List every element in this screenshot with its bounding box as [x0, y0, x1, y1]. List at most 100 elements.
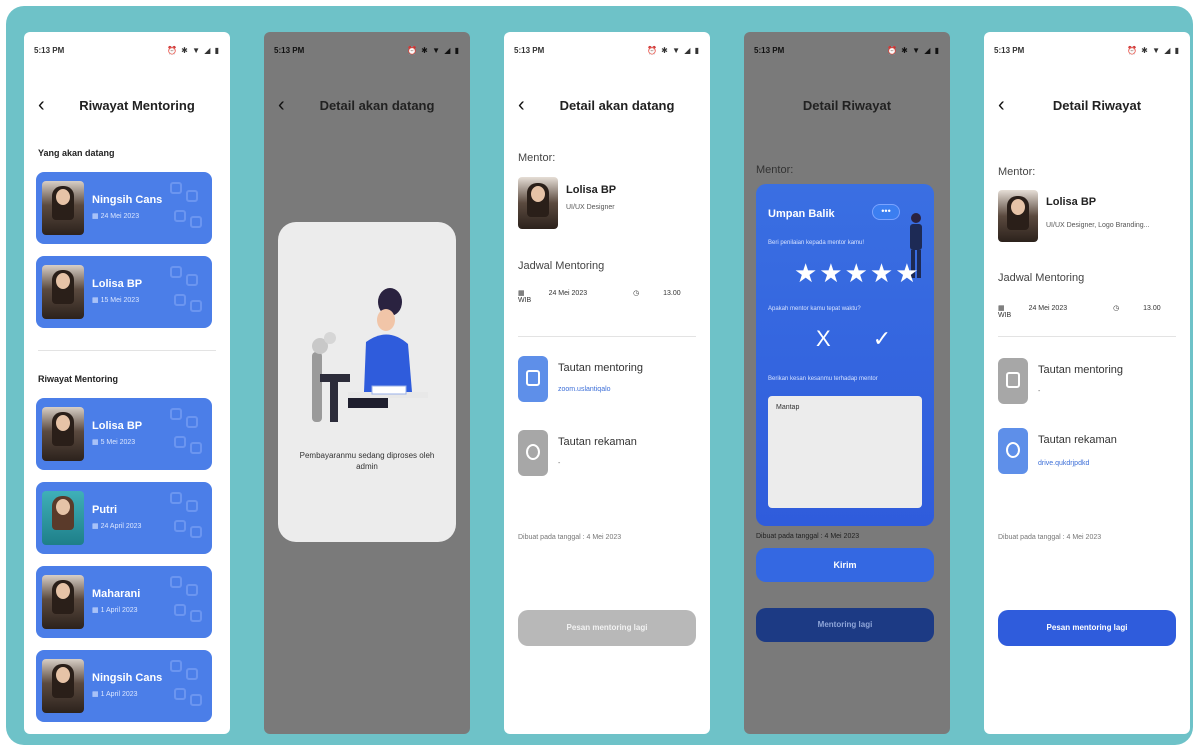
punctuality-question: Apakah mentor kamu tepat waktu?	[768, 306, 861, 312]
history-card[interactable]: Lolisa BP ▦ 5 Mei 2023	[36, 398, 212, 470]
card-name: Putri	[92, 504, 118, 516]
mentor-name: Lolisa BP	[566, 184, 617, 196]
page-title: Detail akan datang	[559, 98, 675, 113]
avatar	[42, 265, 84, 319]
back-arrow-icon[interactable]: ‹	[38, 94, 45, 116]
yes-no-choice[interactable]: X ✓	[816, 326, 909, 352]
schedule-date: 24 Mei 2023	[548, 290, 588, 297]
rating-question: Beri penilaian kepada mentor kamu!	[768, 240, 865, 246]
page-title: Detail Riwayat	[1052, 98, 1142, 113]
status-time: 5:13 PM	[274, 46, 305, 55]
card-date: ▦ 5 Mei 2023	[92, 439, 136, 446]
upcoming-card[interactable]: Lolisa BP ▦ 15 Mei 2023	[36, 256, 212, 328]
calendar-icon: ▦	[998, 305, 1005, 312]
card-pattern	[170, 576, 206, 628]
upcoming-card[interactable]: Ningsih Cans ▦ 24 Mei 2023	[36, 172, 212, 244]
card-name: Ningsih Cans	[92, 672, 163, 684]
history-card[interactable]: Ningsih Cans ▦ 1 April 2023	[36, 650, 212, 722]
chat-bubble-icon: •••	[872, 204, 900, 220]
created-date: Dibuat pada tanggal : 4 Mei 2023	[756, 533, 860, 540]
recording-link-title: Tautan rekaman	[1038, 434, 1117, 446]
processing-message: Pembayaranmu sedang diproses oleh admin	[299, 451, 435, 471]
mentor-label: Mentor:	[998, 166, 1036, 178]
status-icons: ⏰ ✱ ▼ ◢ ▮	[646, 46, 700, 55]
section-upcoming: Yang akan datang	[38, 148, 115, 158]
card-pattern	[170, 492, 206, 544]
send-button[interactable]: Kirim	[756, 548, 934, 582]
divider	[518, 336, 696, 337]
card-date: ▦ 24 Mei 2023	[92, 213, 140, 220]
status-bar: 5:13 PM ⏰ ✱ ▼ ◢ ▮	[514, 46, 700, 58]
created-date: Dibuat pada tanggal : 4 Mei 2023	[518, 534, 622, 541]
schedule-info: ▦ 24 Mei 2023 ◷ 13.00 WIB	[998, 304, 1190, 319]
header: ‹ Riwayat Mentoring	[24, 94, 230, 118]
card-date: ▦ 24 April 2023	[92, 523, 142, 530]
status-bar: 5:13 PM ⏰ ✱ ▼ ◢ ▮	[754, 46, 940, 58]
meeting-link-title: Tautan mentoring	[558, 362, 643, 374]
meeting-link-icon	[998, 358, 1028, 404]
mentoring-again-button[interactable]: Mentoring lagi	[756, 608, 934, 642]
card-pattern	[170, 266, 206, 318]
avatar	[42, 407, 84, 461]
screen-detail-riwayat: 5:13 PM ⏰ ✱ ▼ ◢ ▮ ‹ Detail Riwayat Mento…	[984, 32, 1190, 734]
back-arrow-icon[interactable]: ‹	[278, 94, 285, 116]
history-card[interactable]: Putri ▦ 24 April 2023	[36, 482, 212, 554]
card-pattern	[170, 408, 206, 460]
meeting-link-title: Tautan mentoring	[1038, 364, 1123, 376]
header: ‹ Detail akan datang	[264, 94, 470, 118]
page-title: Detail akan datang	[319, 98, 435, 113]
page-title: Detail Riwayat	[802, 98, 892, 113]
feedback-textarea[interactable]: Mantap	[768, 396, 922, 508]
meeting-link-icon	[518, 356, 548, 402]
avatar	[42, 575, 84, 629]
book-again-button[interactable]: Pesan mentoring lagi	[998, 610, 1176, 646]
meeting-link-url[interactable]: zoom.uslantiqalo	[558, 386, 611, 393]
created-date: Dibuat pada tanggal : 4 Mei 2023	[998, 534, 1102, 541]
status-icons: ⏰ ✱ ▼ ◢ ▮	[886, 46, 940, 55]
status-bar: 5:13 PM ⏰ ✱ ▼ ◢ ▮	[274, 46, 460, 58]
schedule-label: Jadwal Mentoring	[998, 272, 1085, 284]
header: ‹ Detail akan datang	[504, 94, 710, 118]
status-icons: ⏰ ✱ ▼ ◢ ▮	[1126, 46, 1180, 55]
back-arrow-icon[interactable]: ‹	[998, 94, 1005, 116]
back-arrow-icon[interactable]: ‹	[518, 94, 525, 116]
book-again-button[interactable]: Pesan mentoring lagi	[518, 610, 696, 646]
calendar-icon: ▦	[518, 290, 525, 297]
schedule-label: Jadwal Mentoring	[518, 260, 605, 272]
clock-icon: ◷	[633, 290, 640, 297]
star-rating-icon[interactable]: ★★★★★	[794, 258, 921, 289]
schedule-info: ▦ 24 Mei 2023 ◷ 13.00 WIB	[518, 289, 710, 304]
feedback-dialog: Umpan Balik ••• Beri penilaian kepada me…	[756, 184, 934, 526]
status-time: 5:13 PM	[34, 46, 65, 55]
page-title: Riwayat Mentoring	[79, 98, 195, 113]
recording-link-url: -	[558, 460, 561, 467]
feedback-title: Umpan Balik	[768, 208, 835, 220]
schedule-date: 24 Mei 2023	[1028, 305, 1068, 312]
mentor-name: Lolisa BP	[1046, 196, 1097, 208]
card-date: ▦ 1 April 2023	[92, 607, 138, 614]
divider	[998, 336, 1176, 337]
recording-link-url[interactable]: drive.qukdrjpdkd	[1038, 460, 1089, 467]
mentor-label: Mentor:	[756, 164, 794, 176]
status-time: 5:13 PM	[514, 46, 545, 55]
recording-link-icon	[518, 430, 548, 476]
mentor-role: UI/UX Designer	[566, 204, 615, 211]
mentor-avatar	[998, 190, 1038, 242]
avatar	[42, 659, 84, 713]
status-bar: 5:13 PM ⏰ ✱ ▼ ◢ ▮	[994, 46, 1180, 58]
screen-detail-akan-datang: 5:13 PM ⏰ ✱ ▼ ◢ ▮ ‹ Detail akan datang M…	[504, 32, 710, 734]
screen-detail-akan-datang-processing: 5:13 PM ⏰ ✱ ▼ ◢ ▮ ‹ Detail akan datang P…	[264, 32, 470, 734]
status-icons: ⏰ ✱ ▼ ◢ ▮	[166, 46, 220, 55]
avatar	[42, 491, 84, 545]
status-time: 5:13 PM	[754, 46, 785, 55]
card-name: Lolisa BP	[92, 278, 143, 290]
mentor-label: Mentor:	[518, 152, 556, 164]
avatar	[42, 181, 84, 235]
history-card[interactable]: Maharani ▦ 1 April 2023	[36, 566, 212, 638]
mentor-avatar	[518, 177, 558, 229]
card-name: Ningsih Cans	[92, 194, 163, 206]
recording-link-title: Tautan rekaman	[558, 436, 637, 448]
card-date: ▦ 1 April 2023	[92, 691, 138, 698]
working-person-illustration-icon	[312, 288, 428, 422]
mentor-role: UI/UX Designer, Logo Branding...	[1046, 222, 1150, 229]
